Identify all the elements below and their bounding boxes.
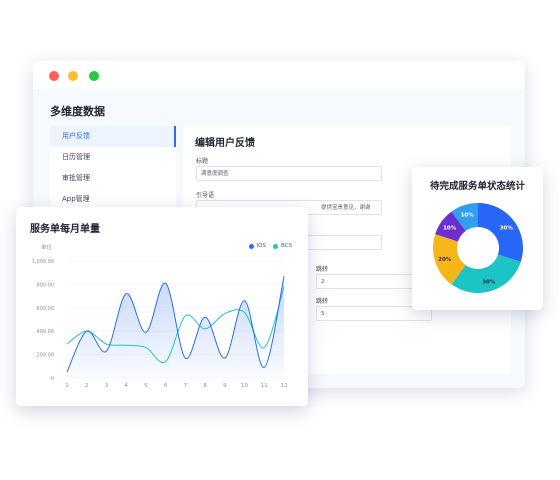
pie-slice-label: 10%	[443, 225, 457, 231]
x-tick-label: 8	[203, 383, 207, 389]
x-tick-label: 4	[124, 383, 128, 389]
title-field-label: 标题	[196, 158, 209, 165]
pie-slice-label: 10%	[461, 213, 475, 219]
page-title: 多维度数据	[50, 105, 105, 118]
x-tick-label: 9	[223, 383, 227, 389]
y-tick-label: 0	[51, 376, 54, 382]
pie-slice-label: 30%	[500, 225, 514, 231]
guide-field-label: 引导语	[196, 192, 215, 199]
y-tick-label: 200.00	[37, 353, 55, 359]
title-input[interactable]: 满意度调查	[196, 166, 382, 181]
maximize-window-button[interactable]	[89, 71, 99, 81]
x-tick-label: 7	[184, 383, 188, 389]
x-tick-label: 10	[241, 383, 248, 389]
y-tick-label: 800.00	[37, 282, 55, 288]
pending-status-chart-card: 待完成服务单状态统计 30% 30% 20% 10% 10%	[412, 167, 543, 310]
x-tick-label: 1	[65, 383, 69, 389]
pie-slice	[451, 254, 521, 293]
form-title: 编辑用户反馈	[195, 138, 255, 149]
pie-slice	[478, 203, 523, 262]
y-tick-label: 400.00	[37, 329, 55, 335]
sidebar-item-approval[interactable]: 审批管理	[50, 168, 176, 189]
jump-field-label-1: 跳转	[316, 266, 329, 273]
sidebar-item-feedback[interactable]: 用户反馈	[50, 126, 176, 147]
sidebar-item-calendar[interactable]: 日历管理	[50, 147, 176, 168]
pie-slice-label: 30%	[482, 279, 496, 285]
pie-slice-label: 20%	[438, 257, 452, 263]
title-bar	[33, 61, 525, 89]
x-tick-label: 3	[105, 383, 109, 389]
line-chart: 单位0200.00400.00600.00800.001,000.001 2 3 4 5…	[32, 243, 288, 389]
minimize-window-button[interactable]	[68, 71, 78, 81]
x-tick-label: 5	[144, 383, 148, 389]
x-tick-label: 2	[85, 383, 89, 389]
monthly-orders-chart-card: 服务单每月单量 IOS BCS 单位 0 200.00 400.00 600.00 800…	[16, 207, 308, 406]
x-tick-label: 11	[261, 383, 268, 389]
y-axis-unit-label: 单位	[41, 243, 53, 251]
x-tick-label: 12	[281, 383, 288, 389]
y-tick-label: 600.00	[37, 306, 55, 312]
y-tick-label: 1,000.00	[32, 259, 54, 265]
jump-field-label-2: 跳转	[316, 298, 329, 305]
x-tick-label: 6	[164, 383, 168, 389]
close-window-button[interactable]	[49, 71, 59, 81]
pie-chart: 30% 30% 20% 10% 10%	[433, 203, 523, 293]
